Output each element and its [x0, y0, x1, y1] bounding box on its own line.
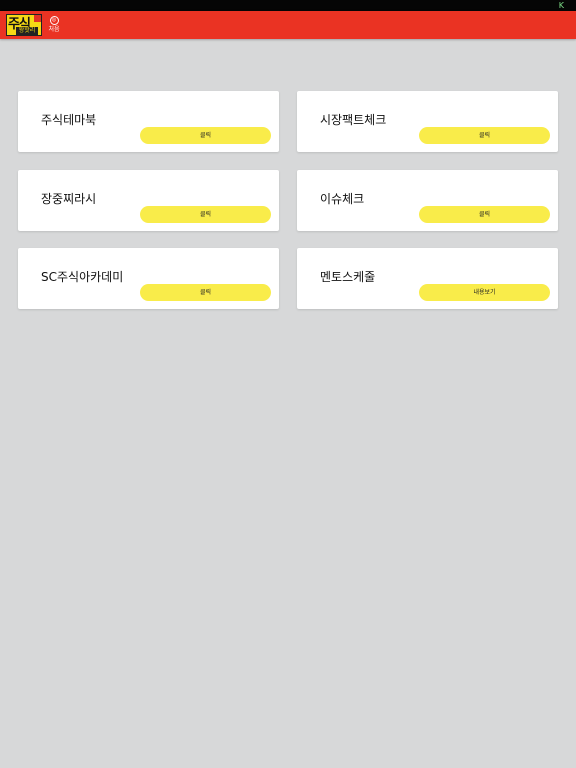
issue-check-click-button[interactable]: 클릭 [419, 206, 550, 223]
card-title: 주식테마북 [41, 113, 97, 127]
card-title: SC주식아카데미 [41, 270, 124, 284]
mentor-schedule-view-button[interactable]: 내용보기 [419, 284, 550, 301]
logo-corner-mark [34, 15, 41, 22]
card-title: 이슈체크 [320, 192, 365, 206]
menu-card-issue-check: 이슈체크 클릭 [297, 170, 558, 231]
status-bar: K [0, 0, 576, 11]
app-logo[interactable]: 주식 왕핫리 [6, 14, 42, 36]
menu-card-theme-book: 주식테마북 클릭 [18, 91, 279, 152]
notification-icon: K [558, 1, 564, 10]
home-button[interactable]: ◎ 처음 [46, 16, 62, 36]
card-title: 멘토스케줄 [320, 270, 376, 284]
intraday-rumors-click-button[interactable]: 클릭 [140, 206, 271, 223]
menu-card-market-fact-check: 시장팩트체크 클릭 [297, 91, 558, 152]
card-title: 장중찌라시 [41, 192, 97, 206]
card-title: 시장팩트체크 [320, 113, 387, 127]
menu-card-sc-academy: SC주식아카데미 클릭 [18, 248, 279, 309]
home-label: 처음 [48, 26, 60, 33]
sc-academy-click-button[interactable]: 클릭 [140, 284, 271, 301]
app-header: 주식 왕핫리 ◎ 처음 [0, 11, 576, 39]
menu-card-mentor-schedule: 멘토스케줄 내용보기 [297, 248, 558, 309]
logo-sub-text: 왕핫리 [16, 27, 38, 35]
market-fact-check-click-button[interactable]: 클릭 [419, 127, 550, 144]
home-icon: ◎ [49, 16, 59, 25]
theme-book-click-button[interactable]: 클릭 [140, 127, 271, 144]
menu-card-intraday-rumors: 장중찌라시 클릭 [18, 170, 279, 231]
